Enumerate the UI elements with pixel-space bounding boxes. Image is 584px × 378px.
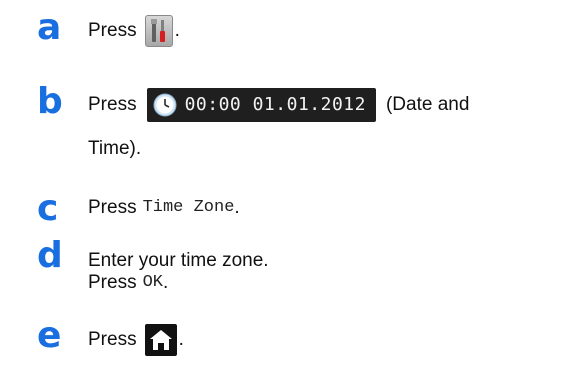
step-b-continuation: Time). bbox=[88, 138, 141, 160]
period-text: . bbox=[174, 20, 180, 41]
press-text: Press bbox=[88, 329, 137, 350]
period-text: . bbox=[162, 272, 169, 293]
date-time-value: 00:00 01.01.2012 bbox=[184, 94, 366, 115]
step-d-line-1: Enter your time zone. bbox=[88, 250, 269, 272]
press-text: Press bbox=[88, 94, 137, 115]
settings-tools-icon bbox=[150, 19, 165, 42]
step-d-line-2: Press OK . bbox=[88, 272, 168, 294]
clock-icon bbox=[153, 93, 177, 117]
step-c-instruction: Press Time Zone . bbox=[88, 197, 240, 219]
step-e-instruction: Press . bbox=[88, 324, 184, 356]
step-b-instruction: Press 00:00 01.01.2012 (Date and bbox=[88, 88, 469, 122]
step-letter-a: a bbox=[37, 7, 62, 48]
step-a-instruction: Press . bbox=[88, 15, 180, 47]
ok-option[interactable]: OK bbox=[143, 272, 163, 294]
step-letter-b: b bbox=[37, 81, 63, 122]
time-zone-option[interactable]: Time Zone bbox=[143, 197, 235, 219]
period-text: . bbox=[234, 197, 240, 218]
settings-tools-button[interactable] bbox=[144, 15, 173, 47]
home-button[interactable] bbox=[144, 324, 177, 356]
time-text: Time). bbox=[88, 138, 142, 159]
step-letter-d: d bbox=[37, 235, 63, 276]
press-text: Press bbox=[88, 197, 137, 218]
enter-time-zone-text: Enter your time zone. bbox=[88, 250, 269, 271]
date-and-text: (Date and bbox=[385, 94, 470, 115]
home-icon bbox=[149, 330, 172, 350]
step-letter-c: c bbox=[37, 188, 59, 229]
press-text: Press bbox=[88, 20, 137, 41]
step-letter-e: e bbox=[37, 315, 62, 356]
period-text: . bbox=[178, 329, 184, 350]
press-text: Press bbox=[88, 272, 137, 293]
date-time-button[interactable]: 00:00 01.01.2012 bbox=[146, 88, 376, 122]
